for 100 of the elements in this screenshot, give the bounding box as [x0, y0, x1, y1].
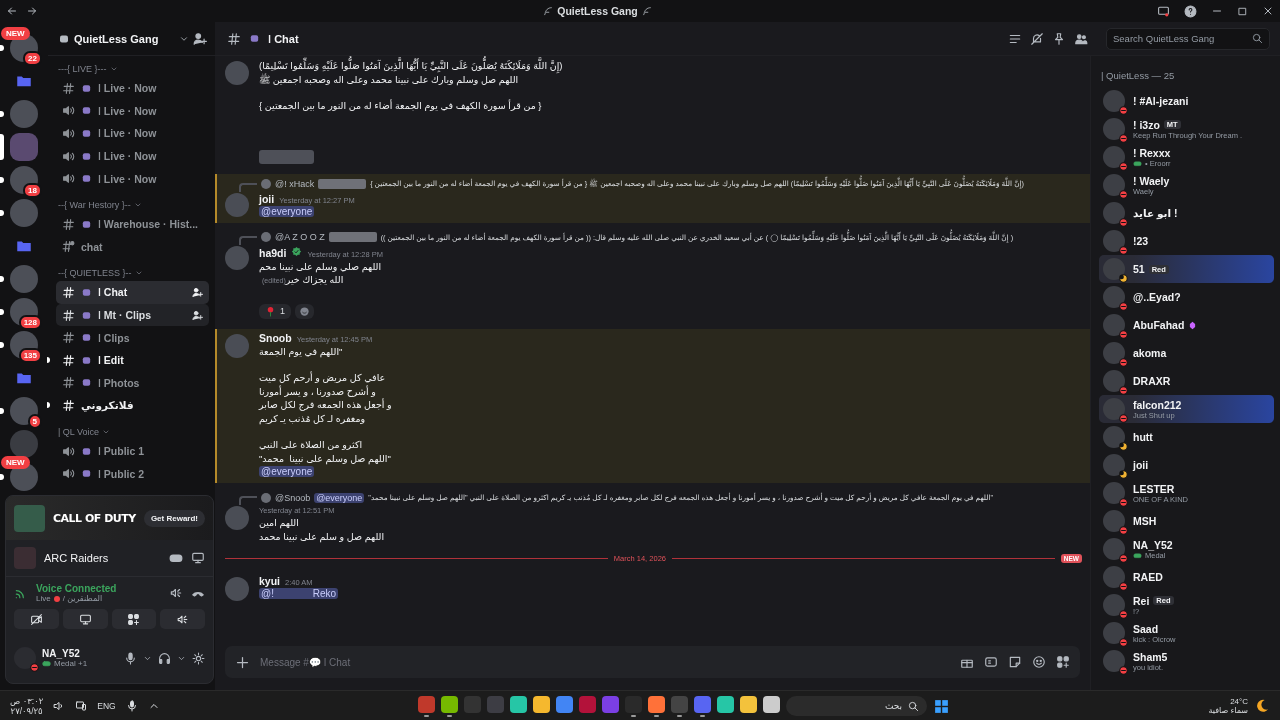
- screen-share-icon[interactable]: [191, 551, 205, 565]
- app-icon[interactable]: [740, 695, 758, 713]
- mention[interactable]: @everyone: [259, 466, 315, 477]
- channel-item[interactable]: ǀ Clips: [56, 326, 209, 349]
- username[interactable]: Snoob: [259, 331, 292, 344]
- invite-icon[interactable]: [192, 309, 203, 321]
- server-icon[interactable]: [10, 166, 38, 194]
- channel-item[interactable]: ǀ Chat: [56, 281, 209, 304]
- settings-icon[interactable]: [192, 651, 205, 665]
- mute-icon[interactable]: [1030, 31, 1044, 46]
- member-item[interactable]: DRAXR: [1099, 367, 1274, 395]
- reward-button[interactable]: Get Reward!: [143, 509, 205, 527]
- app-icon[interactable]: [717, 695, 735, 713]
- username[interactable]: kyui: [259, 575, 280, 587]
- emoji-icon[interactable]: [1032, 655, 1046, 669]
- invite-icon[interactable]: [192, 286, 203, 298]
- close-icon[interactable]: [1262, 5, 1274, 17]
- clock[interactable]: ٠٣:٠٢ ص ٢٧/٠٩/٢٥: [10, 696, 44, 716]
- channel-item[interactable]: ǀ Photos: [56, 371, 209, 395]
- category-name[interactable]: | QL Voice: [58, 426, 100, 437]
- maximize-icon[interactable]: [1237, 5, 1248, 17]
- channel-item[interactable]: ǀ Mt · Clips: [56, 303, 209, 327]
- gif-icon[interactable]: [984, 655, 998, 669]
- member-item[interactable]: RAED: [1099, 563, 1274, 591]
- member-item[interactable]: joii: [1099, 451, 1274, 479]
- category-name[interactable]: --{ War Hestory }--: [58, 199, 131, 210]
- message-text: عافي كل مريض و أرحم كل ميت: [259, 371, 387, 385]
- mention[interactable]: @everyone: [259, 205, 315, 217]
- member-item[interactable]: AbuFahad: [1099, 311, 1274, 339]
- server-icon[interactable]: [10, 397, 38, 425]
- channel-item[interactable]: ǀ Edit: [56, 348, 209, 372]
- members-icon[interactable]: [1074, 31, 1088, 46]
- camera-button[interactable]: [14, 609, 59, 629]
- sticker-icon[interactable]: [1008, 655, 1022, 669]
- member-item[interactable]: hutt: [1099, 423, 1274, 451]
- channel-item[interactable]: ǀ Live · Now: [56, 99, 209, 123]
- language-indicator[interactable]: ENG: [97, 701, 116, 711]
- mention[interactable]: @everyone: [314, 492, 365, 503]
- voice-status[interactable]: Voice Connected: [36, 583, 161, 594]
- channel-item[interactable]: ǀ Live · Now: [56, 77, 209, 100]
- thread-icon: [62, 240, 75, 254]
- message-text: اللهم صلي وسلم على نبينا محم: [259, 259, 383, 273]
- search-field[interactable]: بحث: [786, 696, 928, 716]
- gamepad-icon: [42, 659, 51, 668]
- help-icon[interactable]: [1184, 4, 1197, 18]
- member-item[interactable]: MSH: [1099, 507, 1274, 535]
- app-icon[interactable]: [510, 695, 528, 713]
- display-icon[interactable]: [75, 700, 88, 712]
- member-item[interactable]: ! #Al-jezani: [1099, 87, 1274, 115]
- inbox-icon[interactable]: [1157, 4, 1170, 18]
- reply-author[interactable]: @! xHack: [275, 179, 315, 189]
- dnd-status-icon: [1119, 498, 1128, 507]
- reply-author[interactable]: @Snoob: [275, 492, 311, 503]
- member-item[interactable]: akoma: [1099, 339, 1274, 367]
- app-icon[interactable]: [441, 695, 459, 713]
- channel-item[interactable]: ǀ Live · Now: [56, 167, 209, 190]
- start-icon[interactable]: [933, 697, 951, 715]
- voice-channel[interactable]: Live: [36, 594, 51, 603]
- forward-icon[interactable]: [26, 5, 38, 17]
- app-icon[interactable]: [648, 695, 666, 713]
- gamepad-icon[interactable]: [169, 551, 183, 565]
- plus-icon[interactable]: [235, 654, 250, 670]
- channel-item[interactable]: فلاتكروني: [56, 394, 209, 417]
- reaction[interactable]: 1: [259, 303, 291, 319]
- back-icon[interactable]: [6, 5, 18, 17]
- app-icon[interactable]: [763, 695, 781, 713]
- channel-item[interactable]: ǀ Public 2: [56, 462, 209, 485]
- app-icon[interactable]: [556, 695, 574, 713]
- username[interactable]: NA_Y52: [42, 648, 118, 659]
- category-name[interactable]: ---{ LIVE }---: [58, 64, 107, 74]
- mic-icon[interactable]: [125, 700, 138, 712]
- app-icon[interactable]: [533, 695, 551, 713]
- headphones-icon[interactable]: [158, 651, 171, 665]
- dnd-status-icon: [1119, 638, 1128, 647]
- invite-icon[interactable]: [193, 31, 207, 46]
- channel-item[interactable]: ǀ Warehouse · Hist...: [56, 212, 209, 236]
- search-field[interactable]: Search QuietLess Gang: [1106, 27, 1270, 50]
- screen-share-button[interactable]: [62, 609, 108, 629]
- soundboard-button[interactable]: [160, 609, 205, 629]
- channel-item[interactable]: ǀ Live · Now: [56, 122, 209, 145]
- member-item[interactable]: !23: [1099, 227, 1274, 255]
- mic-icon[interactable]: [124, 651, 137, 665]
- noise-suppression-icon[interactable]: [169, 586, 183, 600]
- channel-item[interactable]: ǀ Public 1: [56, 439, 209, 463]
- category-name[interactable]: --{ QUIETLESS }--: [58, 268, 132, 279]
- channel-item[interactable]: chat: [56, 235, 209, 259]
- pin-icon[interactable]: [1052, 31, 1066, 46]
- hash-icon: [62, 217, 75, 231]
- server-name[interactable]: QuietLess Gang: [74, 32, 175, 45]
- channel-item[interactable]: ǀ Live · Now: [56, 144, 209, 168]
- apps-icon[interactable]: [1056, 655, 1070, 669]
- reply-author[interactable]: @A Z O O Z: [275, 232, 325, 242]
- username[interactable]: ha9di: [259, 246, 287, 259]
- add-reaction-icon[interactable]: [299, 305, 310, 317]
- activities-button[interactable]: [111, 609, 157, 629]
- member-item[interactable]: @..Eyad?: [1099, 283, 1274, 311]
- mention[interactable]: @! Reko: [259, 588, 339, 599]
- member-item[interactable]: ! ابو عايد: [1099, 199, 1274, 227]
- avatar[interactable]: [14, 647, 36, 669]
- username[interactable]: joii: [259, 192, 275, 205]
